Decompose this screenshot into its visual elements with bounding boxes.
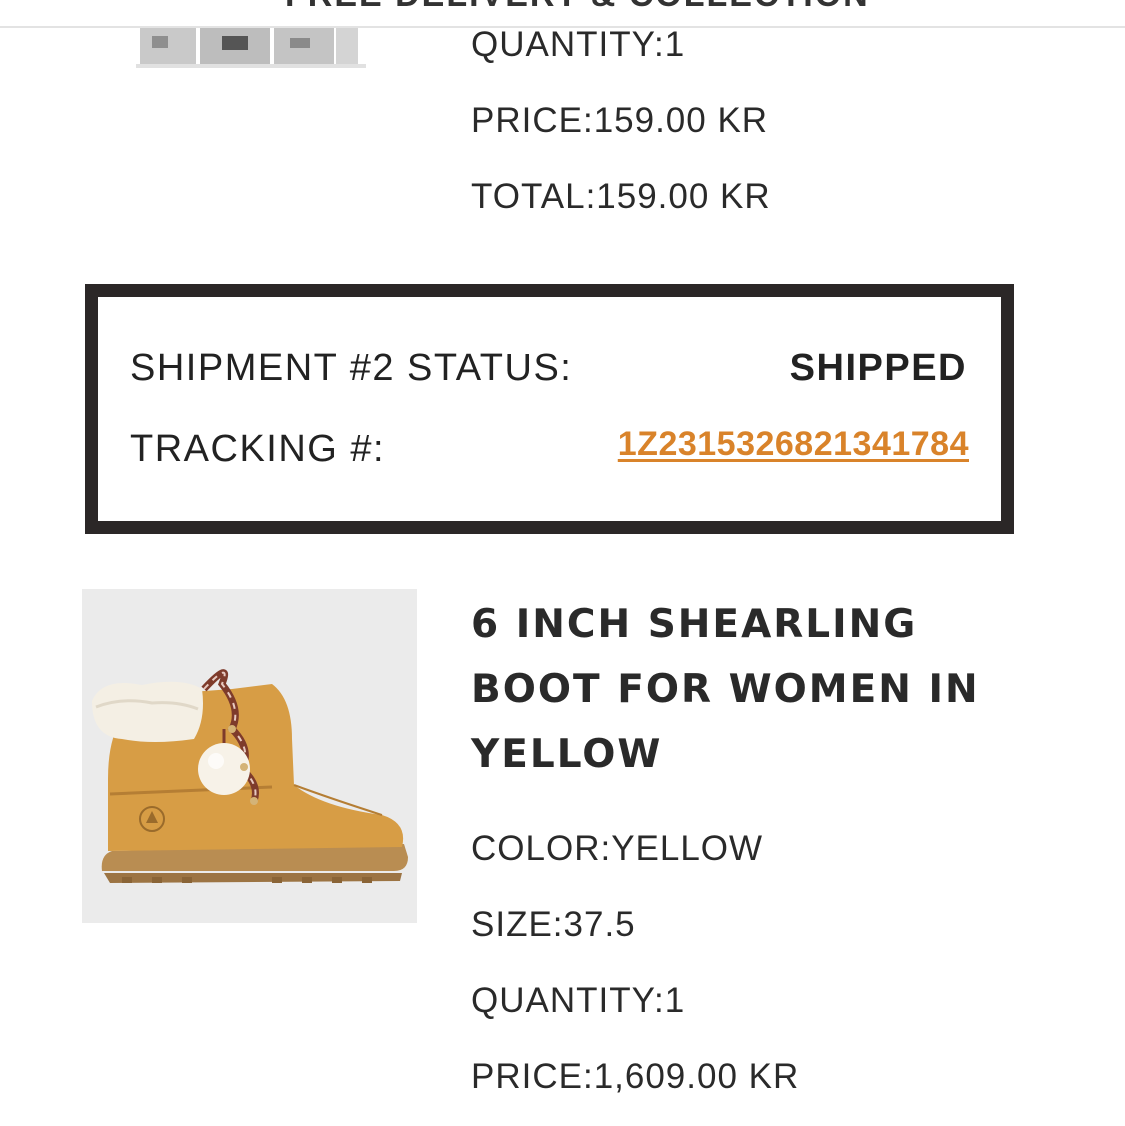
- product-color: COLOR:YELLOW: [471, 829, 764, 868]
- top-banner: FREE DELIVERY & COLLECTION: [0, 0, 1125, 28]
- tracking-number-link[interactable]: 1Z2315326821341784: [618, 425, 969, 464]
- banner-text: FREE DELIVERY & COLLECTION: [285, 0, 870, 15]
- product-image[interactable]: [82, 589, 417, 923]
- previous-item-thumbnail: [136, 28, 396, 68]
- previous-item-price: PRICE:159.00 KR: [471, 101, 769, 140]
- tracking-label: TRACKING #:: [130, 428, 386, 470]
- product-size: SIZE:37.5: [471, 905, 636, 944]
- shipment-status-value: SHIPPED: [789, 347, 967, 389]
- shipment-status-label: SHIPMENT #2 STATUS:: [130, 347, 573, 389]
- product-title[interactable]: 6 INCH SHEARLING BOOT FOR WOMEN IN YELLO…: [471, 592, 991, 787]
- shipment-status-box: SHIPMENT #2 STATUS: SHIPPED TRACKING #: …: [85, 284, 1014, 534]
- previous-item-total: TOTAL:159.00 KR: [471, 177, 771, 216]
- previous-item-quantity: QUANTITY:1: [471, 25, 686, 64]
- product-price: PRICE:1,609.00 KR: [471, 1057, 800, 1096]
- product-quantity: QUANTITY:1: [471, 981, 686, 1020]
